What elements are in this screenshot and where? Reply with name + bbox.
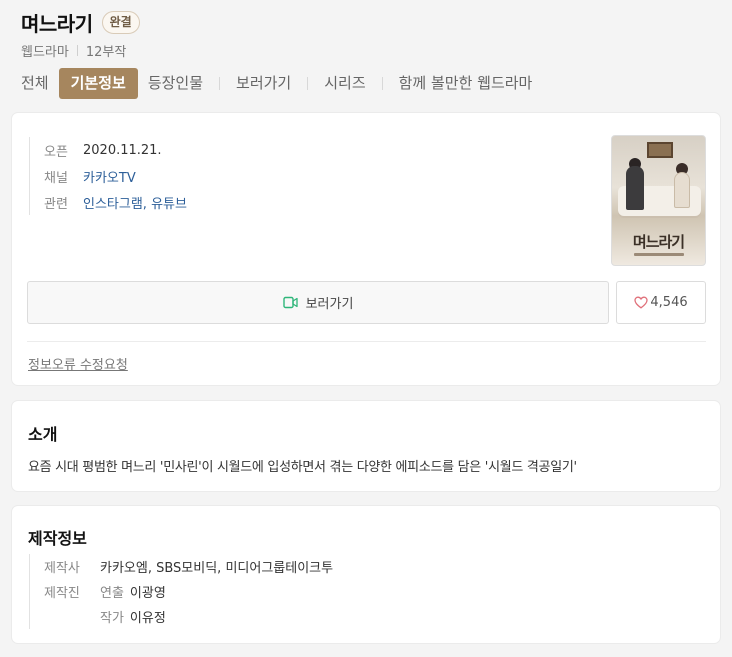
poster-subtitle-line [634, 253, 684, 256]
tab-divider [219, 77, 221, 90]
meta-info: 웹드라마 12부작 [21, 41, 126, 60]
watch-button[interactable]: 보러가기 [27, 281, 609, 324]
heart-icon [634, 296, 649, 309]
like-count: 4,546 [650, 295, 688, 310]
like-button[interactable]: 4,546 [616, 281, 706, 324]
info-key-channel: 채널 [44, 170, 68, 186]
poster-figure [674, 172, 690, 208]
tab-basic-info[interactable]: 기본정보 [58, 68, 138, 99]
episode-count: 12부작 [85, 45, 127, 60]
report-error-link[interactable]: 정보오류 수정요청 [28, 354, 128, 373]
info-key-related: 관련 [44, 196, 68, 212]
production-row-staff: 제작진 연출 이광영 [44, 579, 333, 604]
meta-divider [76, 45, 78, 56]
tab-bar: 전체 기본정보 등장인물 보러가기 시리즈 함께 볼만한 웹드라마 [11, 68, 542, 99]
poster-image[interactable]: 며느라기 [611, 135, 706, 266]
basic-info-card: 오픈 2020.11.21. 채널 카카오TV 관련 인스타그램, 유튜브 며느… [11, 112, 721, 386]
tab-watch[interactable]: 보러가기 [226, 68, 301, 99]
production-row-writer: 작가 이유정 [44, 604, 333, 629]
title-row: 며느라기 완결 [21, 8, 140, 37]
production-list: 제작사 카카오엠, SBS모비딕, 미디어그룹테이크투 제작진 연출 이광영 작… [29, 554, 333, 629]
production-card: 제작정보 제작사 카카오엠, SBS모비딕, 미디어그룹테이크투 제작진 연출 … [11, 505, 721, 644]
watch-button-label: 보러가기 [305, 297, 354, 312]
tab-characters[interactable]: 등장인물 [138, 68, 213, 99]
tab-divider [381, 77, 383, 90]
director-role: 연출 [100, 586, 124, 601]
info-row-related: 관련 인스타그램, 유튜브 [44, 189, 187, 215]
genre-label: 웹드라마 [21, 45, 69, 60]
tab-recommended[interactable]: 함께 볼만한 웹드라마 [389, 68, 543, 99]
info-list: 오픈 2020.11.21. 채널 카카오TV 관련 인스타그램, 유튜브 [29, 137, 187, 215]
intro-card: 소개 요즘 시대 평범한 며느리 '민사린'이 시월드에 입성하면서 겪는 다양… [11, 400, 721, 492]
writer-name[interactable]: 이유정 [130, 607, 166, 626]
channel-link[interactable]: 카카오TV [83, 167, 136, 186]
page-header: 며느라기 완결 웹드라마 12부작 전체 기본정보 등장인물 보러가기 시리즈 … [0, 0, 732, 112]
tab-all[interactable]: 전체 [11, 68, 59, 99]
poster-frame [647, 142, 673, 158]
company-value: 카카오엠, SBS모비딕, 미디어그룹테이크투 [100, 561, 334, 576]
poster-figure [626, 166, 644, 210]
writer-role: 작가 [100, 611, 124, 626]
status-badge: 완결 [101, 11, 140, 34]
card-divider [27, 341, 706, 342]
staff-key: 제작진 [44, 586, 80, 601]
page-title: 며느라기 [21, 12, 93, 36]
company-key: 제작사 [44, 561, 80, 576]
director-name[interactable]: 이광영 [130, 582, 166, 601]
production-title: 제작정보 [28, 529, 87, 548]
related-links[interactable]: 인스타그램, 유튜브 [83, 193, 187, 212]
info-row-channel: 채널 카카오TV [44, 163, 187, 189]
info-key-open: 오픈 [44, 144, 68, 160]
tab-divider [307, 77, 309, 90]
info-val-open: 2020.11.21. [83, 142, 162, 158]
poster-title: 며느라기 [632, 233, 685, 251]
production-row-company: 제작사 카카오엠, SBS모비딕, 미디어그룹테이크투 [44, 554, 333, 579]
info-row-open: 오픈 2020.11.21. [44, 137, 187, 163]
video-play-icon [282, 296, 298, 309]
intro-text: 요즘 시대 평범한 며느리 '민사린'이 시월드에 입성하면서 겪는 다양한 에… [28, 460, 577, 475]
intro-title: 소개 [28, 425, 58, 444]
tab-series[interactable]: 시리즈 [314, 68, 375, 99]
